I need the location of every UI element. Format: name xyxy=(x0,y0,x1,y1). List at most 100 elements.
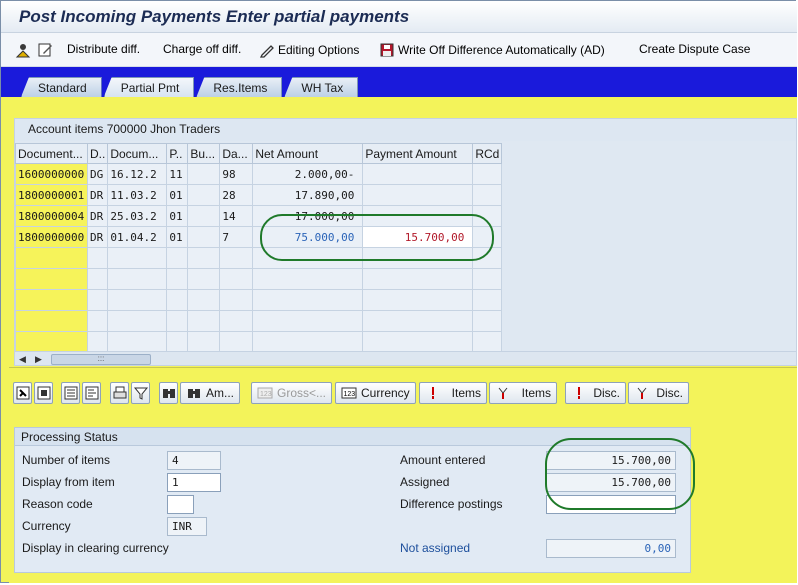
filter-button[interactable] xyxy=(131,382,150,404)
cell-net-amount[interactable]: 2.000,00- xyxy=(252,163,364,185)
cell-posting-key[interactable]: 01 xyxy=(166,205,189,227)
create-dispute-case-button[interactable]: Create Dispute Case xyxy=(639,42,750,56)
cell-days[interactable]: 28 xyxy=(219,184,254,206)
cell-posting-key[interactable]: 11 xyxy=(166,163,189,185)
not-assigned-label: Not assigned xyxy=(400,541,471,555)
table-row[interactable]: 1600000000 DG 16.12.2 11 98 2.000,00- xyxy=(15,163,503,185)
cell-doc-date[interactable]: 11.03.2 xyxy=(107,184,168,206)
number-of-items-field: 4 xyxy=(167,451,221,470)
disc-button-2[interactable]: Disc. xyxy=(628,382,689,404)
cell-rcd[interactable] xyxy=(472,163,503,185)
highlight-oval-amounts xyxy=(545,438,695,510)
find-icon xyxy=(161,385,177,401)
cell-payment-amount[interactable] xyxy=(362,184,474,206)
cell-payment-amount[interactable] xyxy=(362,163,474,185)
tab-wh-tax[interactable]: WH Tax xyxy=(284,77,359,97)
display-from-item-label: Display from item xyxy=(22,475,115,489)
person-button[interactable] xyxy=(15,42,31,58)
currency-button[interactable]: 123 Currency xyxy=(335,382,416,404)
col-doc-date[interactable]: Docum... xyxy=(107,143,168,164)
table-row-empty xyxy=(15,268,503,290)
write-off-label: Write Off Difference Automatically (AD) xyxy=(398,43,605,57)
select-all-button[interactable] xyxy=(13,382,32,404)
print-button[interactable] xyxy=(110,382,129,404)
cell-doc-date[interactable]: 16.12.2 xyxy=(107,163,168,185)
col-net-amount[interactable]: Net Amount xyxy=(252,143,364,164)
gross-label: Gross<... xyxy=(277,386,327,400)
cell-doc-type[interactable]: DR xyxy=(86,184,109,206)
find-next-icon xyxy=(186,385,202,401)
col-payment-amount[interactable]: Payment Amount xyxy=(362,143,474,164)
currency-label: Currency xyxy=(361,386,410,400)
items-button-2[interactable]: Items xyxy=(489,382,557,404)
cell-days[interactable]: 14 xyxy=(219,205,254,227)
find-next-button[interactable]: Am... xyxy=(180,382,241,404)
tab-strip: Standard Partial Pmt Res.Items WH Tax xyxy=(21,77,360,97)
col-doc-type[interactable]: D.. xyxy=(86,143,109,164)
edit-button[interactable] xyxy=(37,42,53,58)
cell-document[interactable]: 1800000004 xyxy=(15,205,88,227)
col-business-area[interactable]: Bu... xyxy=(187,143,221,164)
cell-days[interactable]: 7 xyxy=(219,226,254,248)
cell-rcd[interactable] xyxy=(472,184,503,206)
distribute-diff-button[interactable]: Distribute diff. xyxy=(67,42,140,56)
cell-doc-type[interactable]: DG xyxy=(86,163,109,185)
detail-button[interactable] xyxy=(61,382,80,404)
table-row[interactable]: 1800000001 DR 11.03.2 01 28 17.890,00 xyxy=(15,184,503,206)
col-rcd[interactable]: RCd xyxy=(472,143,503,164)
tab-standard[interactable]: Standard xyxy=(21,77,102,97)
cell-posting-key[interactable]: 01 xyxy=(166,226,189,248)
list-icon xyxy=(84,385,100,401)
grid-header-row: Document... D.. Docum... P.. Bu... Da...… xyxy=(15,143,503,164)
tab-res-items[interactable]: Res.Items xyxy=(196,77,283,97)
write-off-difference-button[interactable]: Write Off Difference Automatically (AD) xyxy=(379,42,605,58)
display-from-item-input[interactable]: 1 xyxy=(167,473,221,492)
detail-icon xyxy=(63,385,79,401)
find-next-label: Am... xyxy=(206,386,235,400)
items-label-2: Items xyxy=(521,386,551,400)
deselect-icon xyxy=(36,385,52,401)
disc-label-1: Disc. xyxy=(593,386,620,400)
items-button-1[interactable]: Items xyxy=(419,382,487,404)
cell-business-area[interactable] xyxy=(187,205,221,227)
items-icon xyxy=(425,385,441,401)
not-assigned-field: 0,00 xyxy=(546,539,676,558)
reason-code-input[interactable] xyxy=(167,495,194,514)
cell-doc-type[interactable]: DR xyxy=(86,205,109,227)
cell-net-amount[interactable]: 17.890,00 xyxy=(252,184,364,206)
list-button[interactable] xyxy=(82,382,101,404)
cell-business-area[interactable] xyxy=(187,226,221,248)
cell-doc-type[interactable]: DR xyxy=(86,226,109,248)
filter-icon xyxy=(133,385,149,401)
scroll-thumb[interactable]: ::: xyxy=(51,354,151,365)
charge-off-diff-button[interactable]: Charge off diff. xyxy=(163,42,241,56)
horizontal-scrollbar[interactable]: ◀ ▶ ::: xyxy=(15,351,796,365)
scroll-left-icon[interactable]: ◀ xyxy=(19,354,29,364)
gross-button[interactable]: 123 Gross<... xyxy=(251,382,333,404)
editing-options-button[interactable]: Editing Options xyxy=(259,42,359,58)
scroll-right-icon[interactable]: ▶ xyxy=(35,354,45,364)
cell-doc-date[interactable]: 25.03.2 xyxy=(107,205,168,227)
number-of-items-label: Number of items xyxy=(22,453,111,467)
cell-business-area[interactable] xyxy=(187,163,221,185)
deselect-button[interactable] xyxy=(34,382,53,404)
cell-document[interactable]: 1800000001 xyxy=(15,184,88,206)
cell-business-area[interactable] xyxy=(187,184,221,206)
cell-posting-key[interactable]: 01 xyxy=(166,184,189,206)
cell-document[interactable]: 1600000000 xyxy=(15,163,88,185)
cell-document[interactable]: 1800000000 xyxy=(15,226,88,248)
title-bar: Post Incoming Payments Enter partial pay… xyxy=(1,1,797,33)
col-days[interactable]: Da... xyxy=(219,143,254,164)
disc-button-1[interactable]: Disc. xyxy=(565,382,626,404)
cell-days[interactable]: 98 xyxy=(219,163,254,185)
svg-text:123: 123 xyxy=(344,391,356,398)
pencil-icon xyxy=(259,42,275,58)
cell-doc-date[interactable]: 01.04.2 xyxy=(107,226,168,248)
tab-partial-pmt[interactable]: Partial Pmt xyxy=(103,77,195,97)
account-items-header: Account items 700000 Jhon Traders xyxy=(15,119,796,141)
difference-postings-label: Difference postings xyxy=(400,497,503,511)
currency-icon: 123 xyxy=(257,385,273,401)
col-document[interactable]: Document... xyxy=(15,143,88,164)
col-posting-key[interactable]: P.. xyxy=(166,143,189,164)
find-button[interactable] xyxy=(159,382,178,404)
